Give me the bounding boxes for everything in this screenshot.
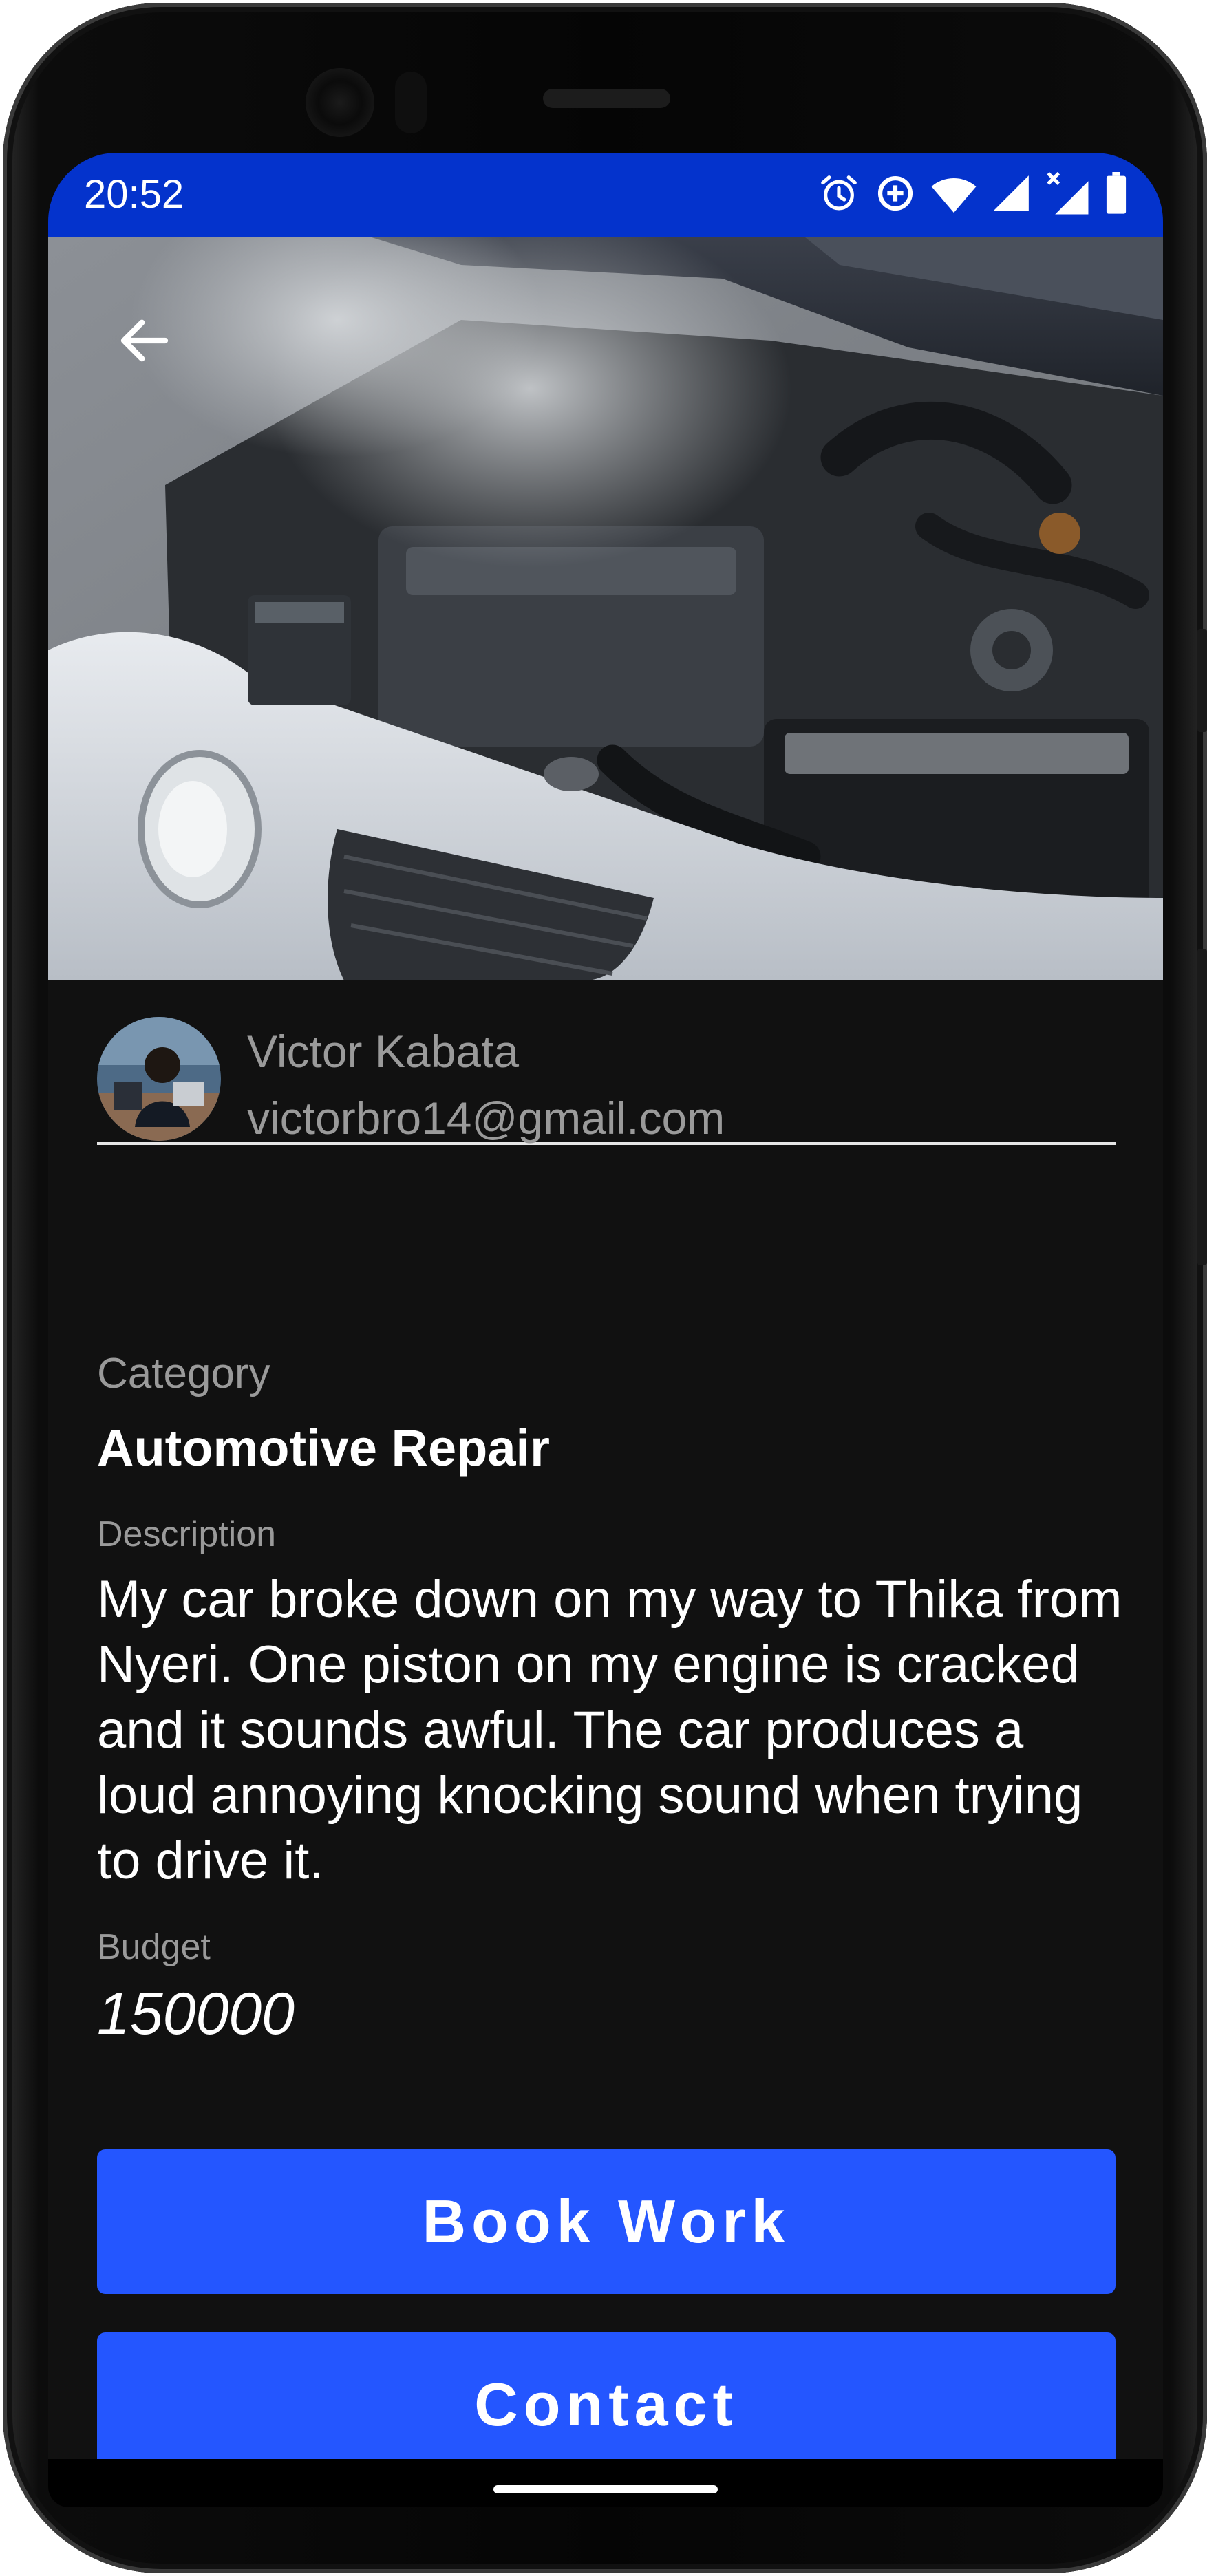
description-label: Description	[97, 1514, 277, 1554]
phone-frame: 20:52 Victor Kabata victorbro14@gmail.co…	[3, 3, 1207, 2573]
signal-no-data-icon	[1045, 171, 1090, 216]
contact-button[interactable]: Contact	[97, 2332, 1116, 2477]
owner-name: Victor Kabata	[247, 1026, 520, 1077]
data-saver-icon	[874, 172, 917, 215]
back-arrow-icon	[114, 310, 175, 372]
car-engine-photo	[48, 237, 1163, 980]
owner-email: victorbro14@gmail.com	[247, 1093, 725, 1144]
category-value: Automotive Repair	[97, 1419, 550, 1477]
hero-image	[48, 237, 1163, 980]
screen: 20:52 Victor Kabata victorbro14@gmail.co…	[48, 153, 1163, 2507]
category-label: Category	[97, 1350, 270, 1397]
wifi-icon	[930, 172, 977, 215]
volume-button	[1197, 949, 1207, 1265]
signal-icon	[991, 172, 1031, 215]
status-bar: 20:52	[48, 153, 1163, 237]
navigation-bar	[48, 2459, 1163, 2507]
budget-value: 150000	[97, 1981, 295, 2047]
earpiece-speaker	[543, 89, 670, 108]
front-camera	[306, 68, 374, 137]
book-work-button[interactable]: Book Work	[97, 2149, 1116, 2294]
avatar	[97, 1017, 221, 1141]
owner-header: Victor Kabata victorbro14@gmail.com	[97, 1005, 1116, 1145]
status-time: 20:52	[84, 172, 184, 217]
proximity-sensor	[395, 72, 427, 133]
back-button[interactable]	[103, 299, 186, 382]
description-text: My car broke down on my way to Thika fro…	[97, 1570, 1122, 1890]
battery-icon	[1104, 172, 1129, 215]
home-gesture-handle[interactable]	[493, 2485, 718, 2493]
status-icons	[818, 169, 1129, 217]
alarm-icon	[818, 172, 860, 215]
power-button	[1197, 629, 1207, 732]
budget-label: Budget	[97, 1927, 211, 1967]
